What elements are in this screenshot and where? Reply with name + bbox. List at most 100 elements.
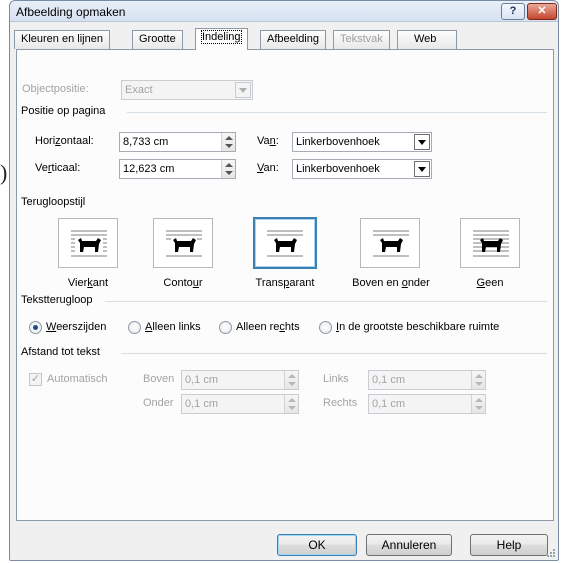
- radio-label-alleen-links: Alleen links: [145, 321, 201, 333]
- arrow-down-icon: [475, 382, 483, 386]
- verticaal-value: 12,623 cm: [123, 163, 175, 175]
- boven-value: 0,1 cm: [185, 374, 219, 386]
- arrow-up-icon: [475, 374, 483, 378]
- positie-op-pagina-section: Positie op pagina: [21, 105, 547, 119]
- tab-afbeelding[interactable]: Afbeelding: [260, 30, 326, 49]
- wrap-label-vierkant: Vierkant: [67, 277, 109, 289]
- radio-grootste-ruimte[interactable]: [319, 321, 332, 334]
- onder-stepper: [284, 395, 298, 413]
- automatisch-label: Automatisch: [47, 373, 108, 385]
- section-divider: [127, 112, 547, 113]
- verticaal-stepper[interactable]: [221, 160, 235, 178]
- annuleren-button[interactable]: Annuleren: [366, 534, 452, 556]
- arrow-up-icon: [225, 163, 233, 167]
- wrap-label-contour: Contour: [163, 277, 203, 289]
- horizontaal-van-dropdown[interactable]: Linkerbovenhoek: [292, 132, 432, 152]
- dialog-title: Afbeelding opmaken: [16, 5, 126, 19]
- tab-grootte[interactable]: Grootte: [132, 30, 183, 49]
- wrap-square-icon: [71, 230, 107, 257]
- wrap-label-transparant: Transparant: [255, 277, 315, 289]
- horizontaal-stepper[interactable]: [221, 133, 235, 151]
- title-bar[interactable]: Afbeelding opmaken ? ✕: [10, 1, 558, 22]
- radio-label-alleen-rechts: Alleen rechts: [236, 321, 300, 333]
- section-divider: [105, 301, 547, 302]
- arrow-down-icon: [475, 406, 483, 410]
- tab-tekstvak: Tekstvak: [333, 30, 390, 49]
- wrap-top-bottom-icon: [373, 230, 409, 257]
- wrap-option-contour[interactable]: [153, 218, 213, 268]
- rechts-value: 0,1 cm: [372, 398, 406, 410]
- arrow-down-icon: [288, 382, 296, 386]
- boven-input: 0,1 cm: [181, 370, 299, 390]
- format-picture-dialog: Afbeelding opmaken ? ✕ Kleuren en lijnen…: [9, 0, 559, 561]
- tekstterugloop-section: Tekstterugloop: [21, 294, 547, 308]
- tab-label: Web: [414, 33, 437, 45]
- radio-weerszijden[interactable]: [29, 321, 42, 334]
- horizontaal-value: 8,733 cm: [123, 136, 169, 148]
- chevron-down-icon: [235, 82, 251, 98]
- verticaal-input[interactable]: 12,623 cm: [119, 159, 236, 179]
- objectpositie-value: Exact: [125, 84, 153, 96]
- section-divider: [121, 353, 547, 354]
- tab-indeling[interactable]: Indeling: [195, 28, 248, 50]
- automatisch-checkbox: ✓: [29, 373, 42, 386]
- rechts-label: Rechts: [323, 397, 358, 409]
- resize-grip-icon[interactable]: [546, 548, 556, 558]
- arrow-up-icon: [288, 374, 296, 378]
- arrow-up-icon: [288, 398, 296, 402]
- horizontaal-input[interactable]: 8,733 cm: [119, 132, 236, 152]
- horizontaal-van-label: Van:: [257, 135, 279, 147]
- help-title-button[interactable]: ?: [501, 3, 525, 20]
- chevron-down-icon[interactable]: [414, 134, 430, 150]
- wrap-option-boven-en-onder[interactable]: [360, 218, 420, 268]
- arrow-up-icon: [475, 398, 483, 402]
- rechts-input: 0,1 cm: [368, 394, 486, 414]
- arrow-down-icon: [288, 406, 296, 410]
- wrap-label-boven-en-onder: Boven en onder: [352, 277, 430, 289]
- wrap-option-transparant[interactable]: [253, 217, 317, 269]
- tab-strip: Kleuren en lijnen Grootte Indeling Afbee…: [14, 28, 554, 50]
- verticaal-label: Verticaal:: [35, 162, 81, 174]
- rechts-stepper: [471, 395, 485, 413]
- close-button[interactable]: ✕: [527, 3, 557, 20]
- objectpositie-dropdown: Exact: [121, 80, 253, 100]
- section-heading: Afstand tot tekst: [21, 346, 100, 358]
- verticaal-van-value: Linkerbovenhoek: [296, 163, 380, 175]
- arrow-down-icon: [225, 144, 233, 148]
- links-input: 0,1 cm: [368, 370, 486, 390]
- help-button[interactable]: Help: [470, 534, 548, 556]
- radio-alleen-rechts[interactable]: [219, 321, 232, 334]
- tab-kleuren-en-lijnen[interactable]: Kleuren en lijnen: [14, 30, 110, 49]
- tab-label: Grootte: [139, 33, 176, 45]
- section-heading: Positie op pagina: [21, 105, 106, 117]
- horizontaal-label: Horizontaal:: [35, 135, 94, 147]
- verticaal-van-dropdown[interactable]: Linkerbovenhoek: [292, 159, 432, 179]
- onder-label: Onder: [143, 397, 174, 409]
- indeling-panel: Objectpositie: Exact Positie op pagina H…: [16, 49, 554, 521]
- radio-label-grootste-ruimte: In de grootste beschikbare ruimte: [336, 321, 500, 333]
- afstand-tot-tekst-section: Afstand tot tekst: [21, 346, 547, 360]
- tab-web[interactable]: Web: [397, 30, 457, 49]
- arrow-down-icon: [225, 171, 233, 175]
- wrap-label-geen: Geen: [476, 277, 504, 289]
- tab-label: Afbeelding: [267, 33, 319, 45]
- ok-button[interactable]: OK: [277, 534, 357, 556]
- links-stepper: [471, 371, 485, 389]
- links-label: Links: [323, 373, 349, 385]
- wrap-through-icon: [267, 230, 303, 257]
- boven-label: Boven: [143, 373, 175, 385]
- tab-label: Kleuren en lijnen: [21, 33, 103, 45]
- wrap-option-geen[interactable]: [460, 218, 520, 268]
- radio-alleen-links[interactable]: [128, 321, 141, 334]
- onder-value: 0,1 cm: [185, 398, 219, 410]
- stray-parenthesis: ): [0, 160, 8, 185]
- onder-input: 0,1 cm: [181, 394, 299, 414]
- section-heading: Tekstterugloop: [21, 294, 93, 306]
- tab-label: Indeling: [201, 30, 242, 44]
- wrap-tight-icon: [166, 230, 202, 257]
- wrap-option-vierkant[interactable]: [58, 218, 118, 268]
- radio-label-weerszijden: Weerszijden: [46, 321, 107, 333]
- chevron-down-icon[interactable]: [414, 161, 430, 177]
- links-value: 0,1 cm: [372, 374, 406, 386]
- boven-stepper: [284, 371, 298, 389]
